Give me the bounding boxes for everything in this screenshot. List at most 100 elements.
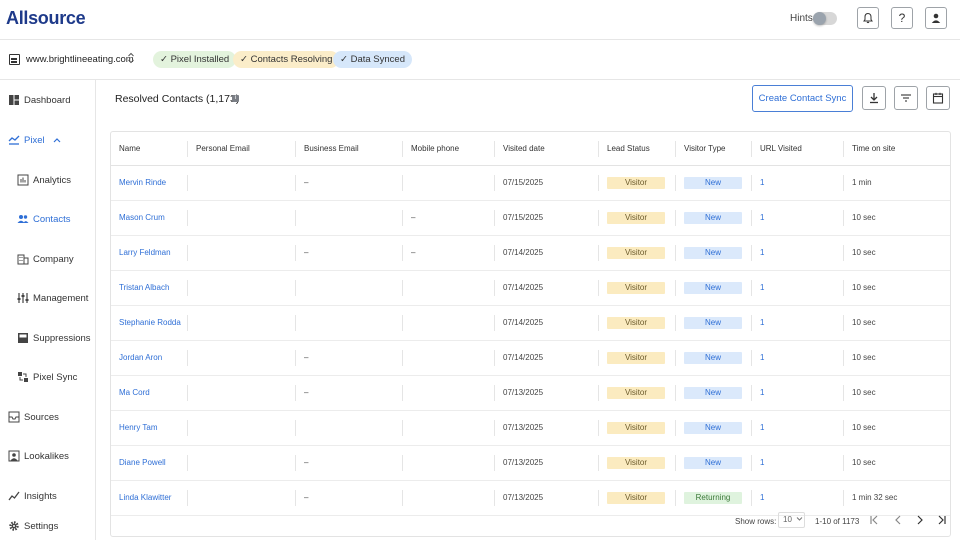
cell-personal-email [188, 270, 296, 306]
contact-name-link[interactable]: Larry Feldman [119, 248, 171, 257]
next-page-icon[interactable] [915, 514, 925, 526]
lead-status-badge: Visitor [607, 456, 665, 469]
help-button[interactable]: ? [891, 7, 913, 29]
cell-visited-date: 07/14/2025 [495, 340, 599, 376]
cell-personal-email [188, 235, 296, 271]
cell-name: Ma Cord [111, 375, 188, 411]
filter-button[interactable] [894, 86, 918, 110]
sidebar-item-suppressions[interactable]: Suppressions [17, 332, 91, 344]
bell-icon [863, 12, 873, 24]
table-row[interactable]: Stephanie Rodda 07/14/2025 Visitor New 1 10 s… [111, 305, 950, 341]
cell-url-visited: 1 [752, 445, 844, 481]
site-selector-icon[interactable] [127, 51, 135, 66]
account-button[interactable] [925, 7, 947, 29]
page-range: 1-10 of 1173 [815, 517, 860, 526]
url-visited-link[interactable]: 1 [760, 318, 764, 327]
column-header-mobile-phone[interactable]: Mobile phone [403, 132, 495, 166]
cell-business-email: – [296, 445, 403, 481]
column-header-time-on-site[interactable]: Time on site [844, 132, 950, 166]
contact-name-link[interactable]: Mervin Rinde [119, 178, 166, 187]
table-row[interactable]: Jordan Aron – 07/14/2025 Visitor New 1 10 sec [111, 340, 950, 376]
cell-business-email: – [296, 375, 403, 411]
sidebar-item-lookalikes[interactable]: Lookalikes [8, 450, 69, 462]
table-row[interactable]: Henry Tam 07/13/2025 Visitor New 1 10 sec [111, 410, 950, 446]
download-button[interactable] [862, 86, 886, 110]
sidebar-item-insights[interactable]: Insights [8, 490, 57, 502]
url-visited-link[interactable]: 1 [760, 178, 764, 187]
hints-toggle[interactable] [813, 12, 837, 25]
table-body: Mervin Rinde –07/15/2025 Visitor New 1 1 min M… [111, 165, 950, 516]
column-header-personal-email[interactable]: Personal Email [188, 132, 296, 166]
url-visited-link[interactable]: 1 [760, 248, 764, 257]
notifications-button[interactable] [857, 7, 879, 29]
previous-page-icon[interactable] [893, 514, 903, 526]
sidebar-item-management[interactable]: Management [17, 292, 88, 304]
cell-mobile-phone [403, 270, 495, 306]
contact-name-link[interactable]: Henry Tam [119, 423, 158, 432]
table-row[interactable]: Tristan Albach 07/14/2025 Visitor New 1 10 se… [111, 270, 950, 306]
column-header-name[interactable]: Name [111, 132, 188, 166]
visitor-type-badge: New [684, 456, 742, 469]
lookalikes-icon [8, 450, 20, 462]
url-visited-link[interactable]: 1 [760, 353, 764, 362]
sidebar-item-pixel[interactable]: Pixel [8, 134, 62, 146]
table-row[interactable]: Mervin Rinde – 07/15/2025 Visitor New 1 1 min [111, 165, 950, 201]
logo[interactable]: Allsource [6, 8, 86, 29]
lead-status-badge: Visitor [607, 246, 665, 259]
site-domain[interactable]: www.brightlineeating.com [26, 54, 134, 65]
url-visited-link[interactable]: 1 [760, 493, 764, 502]
gear-icon [9, 521, 19, 531]
cell-personal-email [188, 340, 296, 376]
rows-per-page-value: 10 [783, 515, 792, 524]
url-visited-link[interactable]: 1 [760, 213, 764, 222]
download-icon [870, 93, 878, 104]
column-header-visited-date[interactable]: Visited date [495, 132, 599, 166]
contact-name-link[interactable]: Stephanie Rodda [119, 318, 181, 327]
url-visited-link[interactable]: 1 [760, 283, 764, 292]
pagination-bar: Show rows: 10 1-10 of 1173 [110, 506, 951, 537]
lead-status-badge: Visitor [607, 176, 665, 189]
contact-name-link[interactable]: Ma Cord [119, 388, 150, 397]
cell-url-visited: 1 [752, 375, 844, 411]
table-row[interactable]: Mason Crum –07/15/2025 Visitor New 1 10 sec [111, 200, 950, 236]
cell-business-email: – [296, 165, 403, 201]
calendar-button[interactable] [926, 86, 950, 110]
sidebar-item-dashboard[interactable]: Dashboard [8, 94, 70, 106]
column-header-business-email[interactable]: Business Email [296, 132, 403, 166]
info-icon[interactable]: i [232, 95, 239, 102]
cell-visitor-type: New [676, 305, 752, 341]
contact-name-link[interactable]: Linda Klawitter [119, 493, 171, 502]
url-visited-link[interactable]: 1 [760, 458, 764, 467]
status-badge-contacts-resolving: ✓ Contacts Resolving [233, 51, 340, 68]
table-row[interactable]: Larry Feldman – –07/14/2025 Visitor New 1 10 s… [111, 235, 950, 271]
sidebar-item-analytics[interactable]: Analytics [17, 174, 71, 186]
last-page-icon[interactable] [937, 514, 947, 526]
contact-name-link[interactable]: Diane Powell [119, 458, 166, 467]
sidebar-item-sources[interactable]: Sources [8, 411, 59, 423]
column-header-visitor-type[interactable]: Visitor Type [676, 132, 752, 166]
sidebar-item-pixel-sync[interactable]: Pixel Sync [17, 371, 77, 383]
sidebar-item-settings[interactable]: Settings [8, 520, 58, 532]
top-bar: Allsource Hints ? [0, 0, 960, 40]
create-contact-sync-button[interactable]: Create Contact Sync [752, 85, 853, 112]
sidebar-item-contacts[interactable]: Contacts [17, 213, 71, 225]
contact-name-link[interactable]: Mason Crum [119, 213, 165, 222]
url-visited-link[interactable]: 1 [760, 423, 764, 432]
url-visited-link[interactable]: 1 [760, 388, 764, 397]
contact-name-link[interactable]: Tristan Albach [119, 283, 169, 292]
table-row[interactable]: Diane Powell – 07/13/2025 Visitor New 1 10 sec [111, 445, 950, 481]
cell-visited-date: 07/14/2025 [495, 235, 599, 271]
suppressions-icon [18, 333, 28, 343]
cell-name: Tristan Albach [111, 270, 188, 306]
contact-name-link[interactable]: Jordan Aron [119, 353, 162, 362]
sidebar-item-label: Suppressions [33, 332, 91, 344]
rows-per-page-select[interactable]: 10 [778, 512, 805, 528]
cell-visitor-type: New [676, 165, 752, 201]
column-header-lead-status[interactable]: Lead Status [599, 132, 676, 166]
cell-mobile-phone [403, 375, 495, 411]
cell-time-on-site: 10 sec [844, 445, 950, 481]
column-header-url-visited[interactable]: URL Visited [752, 132, 844, 166]
table-row[interactable]: Ma Cord – 07/13/2025 Visitor New 1 10 sec [111, 375, 950, 411]
first-page-icon[interactable] [869, 514, 879, 526]
sidebar-item-company[interactable]: Company [17, 253, 74, 265]
